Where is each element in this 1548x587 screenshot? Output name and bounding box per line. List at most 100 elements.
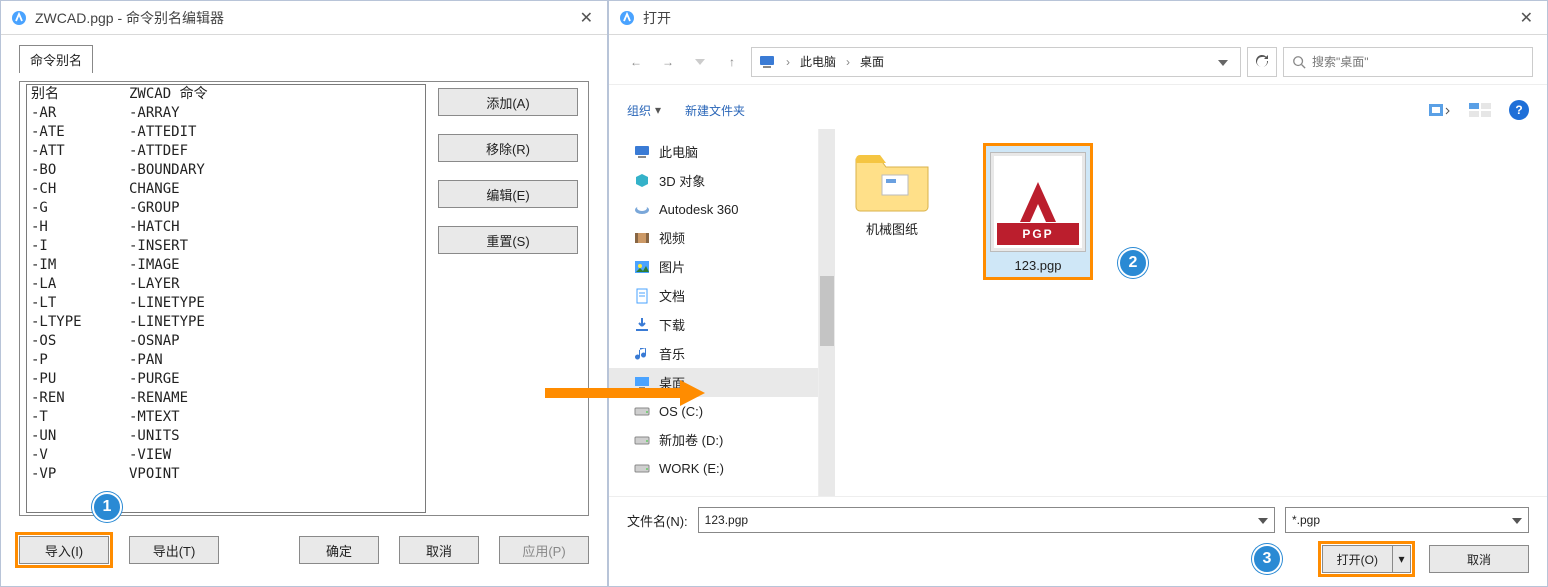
- folder-tree[interactable]: 此电脑3D 对象Autodesk 360视频图片文档下载音乐桌面OS (C:)新…: [609, 129, 819, 496]
- nav-item[interactable]: Autodesk 360: [609, 195, 818, 223]
- alias-editor-tabs: 命令别名: [1, 35, 607, 73]
- pgp-file-icon: PGP: [990, 152, 1086, 252]
- chevron-right-icon: ›: [842, 55, 854, 69]
- nav-back-button[interactable]: ←: [623, 49, 649, 75]
- chevron-down-icon: ▾: [655, 103, 661, 117]
- folder-tree-scrollbar[interactable]: [819, 129, 835, 496]
- chevron-down-icon[interactable]: [1258, 513, 1268, 527]
- nav-item[interactable]: 此电脑: [609, 137, 818, 166]
- cancel-button[interactable]: 取消: [399, 536, 479, 564]
- a360-icon: [633, 200, 651, 218]
- nav-forward-button[interactable]: →: [655, 49, 681, 75]
- alias-row[interactable]: -V-VIEW: [27, 446, 425, 465]
- add-button[interactable]: 添加(A): [438, 88, 578, 116]
- nav-item[interactable]: 文档: [609, 281, 818, 310]
- alias-side-buttons: 添加(A) 移除(R) 编辑(E) 重置(S): [438, 88, 578, 254]
- callout-1: 1: [92, 492, 122, 522]
- open-button[interactable]: 打开(O) ▾: [1322, 545, 1411, 573]
- nav-item[interactable]: 音乐: [609, 339, 818, 368]
- file-toolbar: 组织 ▾ 新建文件夹 ?: [609, 93, 1547, 127]
- import-button[interactable]: 导入(I): [19, 536, 109, 564]
- alias-editor-title: ZWCAD.pgp - 命令别名编辑器: [35, 8, 224, 28]
- search-input[interactable]: 搜索"桌面": [1283, 47, 1533, 77]
- edit-button[interactable]: 编辑(E): [438, 180, 578, 208]
- refresh-button[interactable]: [1247, 47, 1277, 77]
- export-button[interactable]: 导出(T): [129, 536, 219, 564]
- remove-button[interactable]: 移除(R): [438, 134, 578, 162]
- filename-input[interactable]: 123.pgp: [698, 507, 1275, 533]
- nav-item[interactable]: 视频: [609, 223, 818, 252]
- alias-row[interactable]: -P-PAN: [27, 351, 425, 370]
- alias-row[interactable]: -G-GROUP: [27, 199, 425, 218]
- tab-alias[interactable]: 命令别名: [19, 45, 93, 73]
- open-dialog-titlebar: 打开 ✕: [609, 1, 1547, 35]
- folder-tile-label: 机械图纸: [866, 219, 918, 238]
- callout-3: 3: [1252, 544, 1282, 574]
- breadcrumb-folder[interactable]: 桌面: [860, 53, 884, 70]
- alias-row[interactable]: -UN-UNITS: [27, 427, 425, 446]
- open-dialog-title: 打开: [643, 8, 671, 28]
- alias-row[interactable]: -BO-BOUNDARY: [27, 161, 425, 180]
- alias-row[interactable]: -IM-IMAGE: [27, 256, 425, 275]
- breadcrumb-root[interactable]: 此电脑: [800, 53, 836, 70]
- chevron-down-icon[interactable]: [1512, 513, 1522, 527]
- callout-2: 2: [1118, 248, 1148, 278]
- help-icon[interactable]: ?: [1509, 100, 1529, 120]
- view-details-button[interactable]: [1469, 101, 1491, 119]
- organize-button[interactable]: 组织 ▾: [627, 102, 661, 119]
- drive-icon: [633, 459, 651, 477]
- reset-button[interactable]: 重置(S): [438, 226, 578, 254]
- new-folder-button[interactable]: 新建文件夹: [685, 102, 745, 119]
- alias-row[interactable]: -AR-ARRAY: [27, 104, 425, 123]
- file-tile-label: 123.pgp: [1011, 258, 1066, 273]
- app-icon: [619, 10, 635, 26]
- breadcrumb[interactable]: › 此电脑 › 桌面: [751, 47, 1241, 77]
- drive-icon: [633, 431, 651, 449]
- address-toolbar: ← → ↑ › 此电脑 › 桌面 搜索"桌面": [609, 39, 1547, 85]
- alias-row[interactable]: -H-HATCH: [27, 218, 425, 237]
- alias-listbox[interactable]: 别名ZWCAD 命令-AR-ARRAY-ATE-ATTEDIT-ATT-ATTD…: [26, 84, 426, 513]
- folder-icon: [852, 143, 932, 213]
- nav-item[interactable]: 新加卷 (D:): [609, 425, 818, 454]
- open-button-dropdown[interactable]: ▾: [1393, 545, 1411, 573]
- ok-button[interactable]: 确定: [299, 536, 379, 564]
- alias-row[interactable]: -VPVPOINT: [27, 465, 425, 484]
- nav-item[interactable]: 3D 对象: [609, 166, 818, 195]
- file-browser-body: 此电脑3D 对象Autodesk 360视频图片文档下载音乐桌面OS (C:)新…: [609, 129, 1547, 496]
- alias-editor-body: 别名ZWCAD 命令-AR-ARRAY-ATE-ATTEDIT-ATT-ATTD…: [19, 81, 589, 516]
- nav-item[interactable]: 图片: [609, 252, 818, 281]
- chevron-down-icon[interactable]: [1212, 55, 1234, 69]
- video-icon: [633, 229, 651, 247]
- pc-icon: [633, 143, 651, 161]
- filename-label: 文件名(N):: [627, 511, 688, 530]
- file-tile-selected[interactable]: PGP 123.pgp: [983, 143, 1093, 280]
- alias-row[interactable]: -LT-LINETYPE: [27, 294, 425, 313]
- pic-icon: [633, 258, 651, 276]
- view-thumbnails-button[interactable]: [1429, 101, 1451, 119]
- folder-tile[interactable]: 机械图纸: [837, 143, 947, 238]
- music-icon: [633, 345, 651, 363]
- nav-up-button[interactable]: ↑: [719, 49, 745, 75]
- nav-item[interactable]: WORK (E:): [609, 454, 818, 482]
- filetype-select[interactable]: *.pgp: [1285, 507, 1529, 533]
- file-list[interactable]: 机械图纸 PGP 123.pgp: [819, 129, 1547, 496]
- alias-row[interactable]: -ATE-ATTEDIT: [27, 123, 425, 142]
- apply-button[interactable]: 应用(P): [499, 536, 589, 564]
- alias-row[interactable]: -LTYPE-LINETYPE: [27, 313, 425, 332]
- alias-row[interactable]: -CHCHANGE: [27, 180, 425, 199]
- alias-row[interactable]: -T-MTEXT: [27, 408, 425, 427]
- alias-row[interactable]: -ATT-ATTDEF: [27, 142, 425, 161]
- dl-icon: [633, 316, 651, 334]
- chevron-right-icon: ›: [782, 55, 794, 69]
- close-icon[interactable]: ✕: [576, 8, 597, 28]
- alias-row[interactable]: -LA-LAYER: [27, 275, 425, 294]
- nav-recent-button[interactable]: [687, 49, 713, 75]
- alias-row[interactable]: -REN-RENAME: [27, 389, 425, 408]
- nav-item[interactable]: 下载: [609, 310, 818, 339]
- alias-row[interactable]: -PU-PURGE: [27, 370, 425, 389]
- open-cancel-button[interactable]: 取消: [1429, 545, 1529, 573]
- alias-row[interactable]: -OS-OSNAP: [27, 332, 425, 351]
- alias-row[interactable]: -I-INSERT: [27, 237, 425, 256]
- close-icon[interactable]: ✕: [1516, 8, 1537, 28]
- 3d-icon: [633, 172, 651, 190]
